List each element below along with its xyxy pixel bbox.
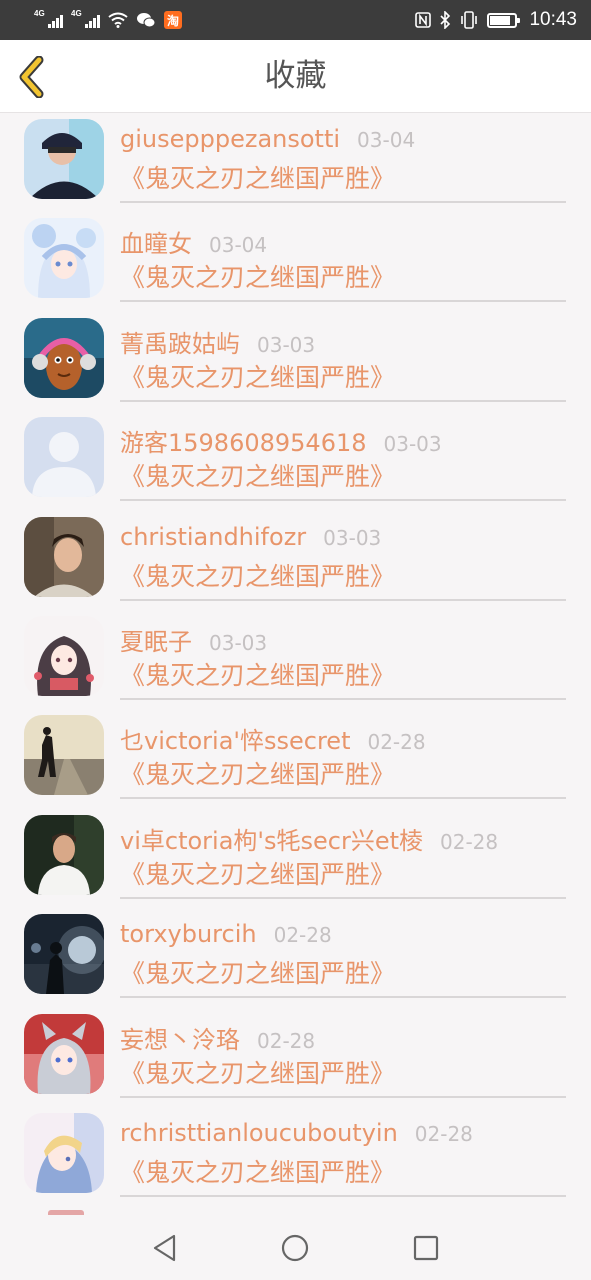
favorite-info: rchristtianloucuboutyin 02-28 《鬼灭之刃之继国严胜》: [120, 1107, 566, 1197]
avatar[interactable]: [24, 516, 104, 597]
nav-back-button[interactable]: [145, 1228, 185, 1268]
favorite-list-item[interactable]: giusepppezansotti 03-04 《鬼灭之刃之继国严胜》: [0, 113, 591, 212]
nav-recents-button[interactable]: [406, 1228, 446, 1268]
page-title: 收藏: [264, 58, 327, 94]
circle-home-icon: [282, 1234, 309, 1261]
favorite-date: 02-28: [257, 1028, 316, 1053]
favorite-date: 03-03: [323, 525, 382, 550]
favorite-list-item[interactable]: rchristtianloucuboutyin 02-28 《鬼灭之刃之继国严胜》: [0, 1107, 591, 1206]
username: rchristtianloucuboutyin: [120, 1118, 398, 1147]
username: 乜victoria'悴ssecret: [120, 727, 351, 756]
work-title[interactable]: 《鬼灭之刃之继国严胜》: [120, 954, 395, 990]
favorite-meta: christiandhifozr 03-03: [120, 523, 381, 551]
favorite-list-item[interactable]: 夏眠子 03-03 《鬼灭之刃之继国严胜》: [0, 610, 591, 709]
wifi-icon: [108, 12, 128, 28]
username: vi卓ctoria枸's牦secr兴et棱: [120, 826, 424, 855]
vibrate-icon: [461, 11, 478, 29]
clock: 10:43: [529, 9, 577, 30]
avatar[interactable]: [24, 814, 104, 895]
work-title[interactable]: 《鬼灭之刃之继国严胜》: [120, 358, 395, 394]
triangle-back-icon: [154, 1234, 176, 1261]
work-title[interactable]: 《鬼灭之刃之继国严胜》: [120, 258, 395, 294]
favorite-list-item[interactable]: 游客1598608954618 03-03 《鬼灭之刃之继国严胜》: [0, 411, 591, 510]
favorite-info: 夏眠子 03-03 《鬼灭之刃之继国严胜》: [120, 610, 566, 700]
favorite-meta: vi卓ctoria枸's牦secr兴et棱 02-28: [120, 821, 498, 856]
favorites-list: giusepppezansotti 03-04 《鬼灭之刃之继国严胜》 血瞳女 03-0…: [0, 113, 591, 1215]
favorite-date: 02-28: [367, 730, 426, 755]
favorite-info: torxyburcih 02-28 《鬼灭之刃之继国严胜》: [120, 908, 566, 999]
favorite-info: 游客1598608954618 03-03 《鬼灭之刃之继国严胜》: [120, 411, 566, 502]
favorite-meta: 乜victoria'悴ssecret 02-28: [120, 721, 426, 756]
nav-home-button[interactable]: [275, 1228, 315, 1268]
taobao-icon: 淘: [164, 11, 182, 29]
avatar[interactable]: [24, 1112, 104, 1193]
favorite-info: 血瞳女 03-04 《鬼灭之刃之继国严胜》: [120, 212, 566, 303]
avatar[interactable]: [24, 1013, 104, 1094]
username: 菁禹跛姑屿: [120, 329, 240, 358]
username: 夏眠子: [120, 627, 192, 656]
system-nav-bar: [0, 1215, 591, 1280]
favorite-date: 03-04: [209, 233, 268, 258]
favorite-list-item[interactable]: 血瞳女 03-04 《鬼灭之刃之继国严胜》: [0, 212, 591, 311]
avatar[interactable]: [24, 317, 104, 398]
avatar[interactable]: [24, 119, 104, 199]
favorite-meta: rchristtianloucuboutyin 02-28: [120, 1119, 473, 1147]
favorite-date: 03-03: [209, 630, 268, 655]
favorite-meta: 血瞳女 03-04: [120, 224, 267, 259]
favorite-meta: 游客1598608954618 03-03: [120, 423, 442, 458]
avatar[interactable]: [24, 715, 104, 796]
favorite-date: 02-28: [440, 829, 499, 854]
signal-icon: 4G: [71, 9, 100, 28]
favorite-date: 03-04: [357, 128, 416, 152]
favorite-list-item[interactable]: 乜victoria'悴ssecret 02-28 《鬼灭之刃之继国严胜》: [0, 709, 591, 808]
favorite-info: vi卓ctoria枸's牦secr兴et棱 02-28 《鬼灭之刃之继国严胜》: [120, 809, 566, 899]
bluetooth-icon: [440, 11, 451, 29]
battery-icon: [487, 12, 521, 28]
square-recents-icon: [413, 1235, 438, 1260]
work-title[interactable]: 《鬼灭之刃之继国严胜》: [120, 755, 395, 791]
favorite-info: 乜victoria'悴ssecret 02-28 《鬼灭之刃之继国严胜》: [120, 709, 566, 800]
favorite-list-item[interactable]: vi卓ctoria枸's牦secr兴et棱 02-28 《鬼灭之刃之继国严胜》: [0, 809, 591, 908]
favorite-meta: 妄想丶泠珞 02-28: [120, 1020, 315, 1055]
work-title[interactable]: 《鬼灭之刃之继国严胜》: [120, 557, 395, 593]
favorite-date: 02-28: [273, 923, 332, 948]
work-title[interactable]: 《鬼灭之刃之继国严胜》: [120, 656, 395, 692]
status-bar: 4G 4G 淘 10:43: [0, 0, 591, 40]
favorite-meta: 夏眠子 03-03: [120, 622, 267, 657]
favorite-date: 02-28: [414, 1121, 473, 1146]
nfc-icon: [415, 12, 432, 28]
favorite-list-item[interactable]: christiandhifozr 03-03 《鬼灭之刃之继国严胜》: [0, 511, 591, 610]
username: 游客1598608954618: [120, 429, 367, 458]
avatar[interactable]: [24, 615, 104, 696]
favorite-meta: 菁禹跛姑屿 03-03: [120, 324, 315, 359]
username: 血瞳女: [120, 230, 192, 259]
favorite-date: 03-03: [257, 332, 316, 357]
avatar[interactable]: [24, 218, 104, 299]
avatar[interactable]: [24, 417, 104, 498]
favorite-info: christiandhifozr 03-03 《鬼灭之刃之继国严胜》: [120, 511, 566, 601]
favorite-info: 菁禹跛姑屿 03-03 《鬼灭之刃之继国严胜》: [120, 312, 566, 402]
wechat-icon: [137, 13, 156, 28]
favorite-info: giusepppezansotti 03-04 《鬼灭之刃之继国严胜》: [120, 113, 566, 203]
username: 妄想丶泠珞: [120, 1025, 240, 1054]
favorite-date: 03-03: [383, 432, 442, 457]
work-title[interactable]: 《鬼灭之刃之继国严胜》: [120, 1054, 395, 1090]
favorite-meta: giusepppezansotti 03-04: [120, 125, 415, 153]
favorite-info: 妄想丶泠珞 02-28 《鬼灭之刃之继国严胜》: [120, 1008, 566, 1098]
favorite-list-item[interactable]: torxyburcih 02-28 《鬼灭之刃之继国严胜》: [0, 908, 591, 1007]
work-title[interactable]: 《鬼灭之刃之继国严胜》: [120, 855, 395, 891]
username: christiandhifozr: [120, 522, 307, 551]
work-title[interactable]: 《鬼灭之刃之继国严胜》: [120, 1153, 395, 1189]
favorite-list-item[interactable]: 菁禹跛姑屿 03-03 《鬼灭之刃之继国严胜》: [0, 312, 591, 411]
work-title[interactable]: 《鬼灭之刃之继国严胜》: [120, 457, 395, 493]
username: torxyburcih: [120, 920, 257, 949]
work-title[interactable]: 《鬼灭之刃之继国严胜》: [120, 159, 395, 195]
app-header: 收藏: [0, 40, 591, 113]
username: giusepppezansotti: [120, 125, 341, 153]
avatar[interactable]: [24, 914, 104, 995]
favorite-list-item[interactable]: 妄想丶泠珞 02-28 《鬼灭之刃之继国严胜》: [0, 1008, 591, 1107]
favorite-meta: torxyburcih 02-28: [120, 920, 332, 948]
signal-icon: 4G: [34, 9, 63, 28]
